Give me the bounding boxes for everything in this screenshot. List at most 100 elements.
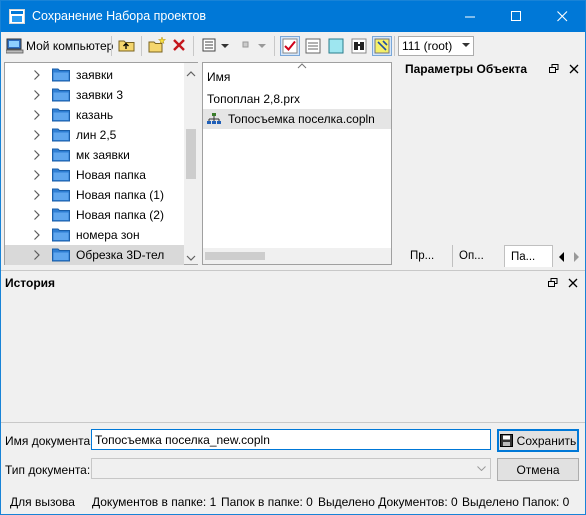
save-button[interactable]: Сохранить (497, 429, 579, 452)
chevron-right-icon[interactable] (33, 249, 41, 261)
scroll-down-arrow[interactable] (185, 251, 197, 265)
tree-folder-item[interactable]: номера зон (5, 225, 184, 245)
folder-tree-panel: заявки заявки 3 казань лин 2,5 мк заявки Нова… (4, 62, 198, 265)
tree-folder-item[interactable]: мк заявки (5, 145, 184, 165)
cancel-button[interactable]: Отмена (497, 458, 579, 481)
delete-button[interactable] (169, 35, 189, 55)
column-name-header[interactable]: Имя (207, 70, 230, 84)
small-square-icon (242, 41, 249, 48)
new-folder-button[interactable] (147, 35, 167, 55)
tree-folder-label: лин 2,5 (76, 128, 117, 142)
folder-icon (52, 188, 70, 202)
close-icon[interactable] (569, 64, 579, 74)
float-window-icon[interactable] (548, 278, 558, 288)
chevron-right-icon[interactable] (33, 69, 41, 81)
folder-icon (52, 128, 70, 142)
maximize-button[interactable] (493, 1, 539, 32)
my-computer-label: Мой компьютер (26, 39, 114, 53)
view-mode-button[interactable] (199, 35, 219, 55)
folder-icon (52, 108, 70, 122)
title-bar[interactable]: Сохранение Набора проектов (1, 1, 585, 32)
user-combo[interactable]: 111 (root) (398, 36, 474, 56)
divider (1, 270, 585, 271)
file-list-hscrollbar[interactable] (203, 248, 391, 264)
close-button[interactable] (539, 1, 585, 32)
toolbar-separator (111, 36, 112, 56)
folder-icon (52, 248, 70, 262)
doc-name-label: Имя документа: (5, 434, 94, 448)
toolbar-separator (141, 36, 142, 56)
document-icon (305, 38, 321, 54)
properties-body (401, 79, 584, 245)
tree-folder-label: номера зон (76, 228, 140, 242)
folder-up-icon (118, 40, 135, 52)
status-selected-docs: Выделено Документов: 0 (318, 495, 458, 509)
float-window-icon[interactable] (549, 64, 559, 74)
tree-folder-item[interactable]: Новая папка (1) (5, 185, 184, 205)
divider (1, 422, 585, 423)
tree-scrollbar[interactable] (184, 63, 198, 264)
document-view-button[interactable] (303, 36, 323, 56)
tree-folder-item[interactable]: Новая папка (2) (5, 205, 184, 225)
tree-folder-item[interactable]: Новая папка (5, 165, 184, 185)
view-mode-dropdown[interactable] (221, 35, 233, 57)
folder-icon (52, 208, 70, 222)
chevron-right-icon[interactable] (33, 169, 41, 181)
chevron-right-icon[interactable] (33, 89, 41, 101)
scroll-thumb[interactable] (186, 129, 196, 179)
tree-folder-item[interactable]: лин 2,5 (5, 125, 184, 145)
doc-type-select[interactable] (91, 458, 491, 479)
file-name: Топосъемка поселка.copln (228, 112, 375, 126)
file-row[interactable]: Топоплан 2,8.prx (203, 89, 391, 109)
status-docs-in-folder: Документов в папке: 1 (92, 495, 217, 509)
tab-parameters[interactable]: Па... (505, 245, 553, 267)
tree-folder-item[interactable]: заявки 3 (5, 85, 184, 105)
dropdown-arrow-icon (221, 43, 229, 48)
history-title: История (5, 276, 56, 290)
small-square-dropdown[interactable] (258, 35, 270, 57)
toolbar-separator (274, 36, 275, 56)
close-icon (556, 11, 567, 22)
highlight-icon (374, 38, 390, 54)
tree-folder-label: Новая папка (76, 168, 146, 182)
chevron-down-icon (477, 466, 486, 471)
computer-icon (6, 38, 24, 54)
properties-tabs: Пр... Оп... Па... (404, 245, 584, 269)
chevron-right-icon[interactable] (33, 129, 41, 141)
highlight-toggle-button[interactable] (372, 36, 392, 56)
binoculars-button[interactable] (349, 36, 369, 56)
tab-scroll-arrows[interactable] (554, 247, 584, 267)
my-computer-button[interactable]: Мой компьютер (6, 35, 113, 57)
maximize-icon (510, 11, 521, 21)
toolbar-separator (193, 36, 194, 56)
doc-name-input[interactable]: Топосъемка поселка_new.copln (91, 429, 491, 450)
tree-folder-item[interactable]: Обрезка 3D-тел (5, 245, 184, 265)
tree-folder-label: мк заявки (76, 148, 130, 162)
scroll-thumb[interactable] (205, 252, 265, 260)
tree-folder-item[interactable]: заявки (5, 65, 184, 85)
project-tree-icon (207, 113, 221, 124)
chevron-right-icon[interactable] (33, 149, 41, 161)
checkmark-toggle-button[interactable] (280, 36, 300, 56)
sort-ascending-icon (297, 63, 307, 69)
chevron-right-icon[interactable] (572, 251, 581, 263)
preview-panel-button[interactable] (326, 36, 346, 56)
chevron-right-icon[interactable] (33, 229, 41, 241)
preview-panel-icon (328, 38, 344, 54)
chevron-left-icon[interactable] (557, 251, 566, 263)
file-row-selected[interactable]: Топосъемка поселка.copln (203, 109, 391, 129)
scroll-up-arrow[interactable] (185, 67, 197, 81)
user-combo-value: 111 (root) (402, 39, 453, 53)
chevron-right-icon[interactable] (33, 209, 41, 221)
chevron-right-icon[interactable] (33, 109, 41, 121)
tab-options[interactable]: Оп... (453, 245, 505, 267)
folder-up-button[interactable] (117, 35, 137, 55)
chevron-right-icon[interactable] (33, 189, 41, 201)
history-dock-header: История (1, 273, 585, 293)
file-list-header[interactable]: Имя (203, 63, 391, 89)
close-icon[interactable] (568, 278, 578, 288)
small-square-button[interactable] (236, 35, 256, 55)
tab-properties[interactable]: Пр... (404, 245, 453, 267)
minimize-button[interactable] (447, 1, 493, 32)
tree-folder-item[interactable]: казань (5, 105, 184, 125)
